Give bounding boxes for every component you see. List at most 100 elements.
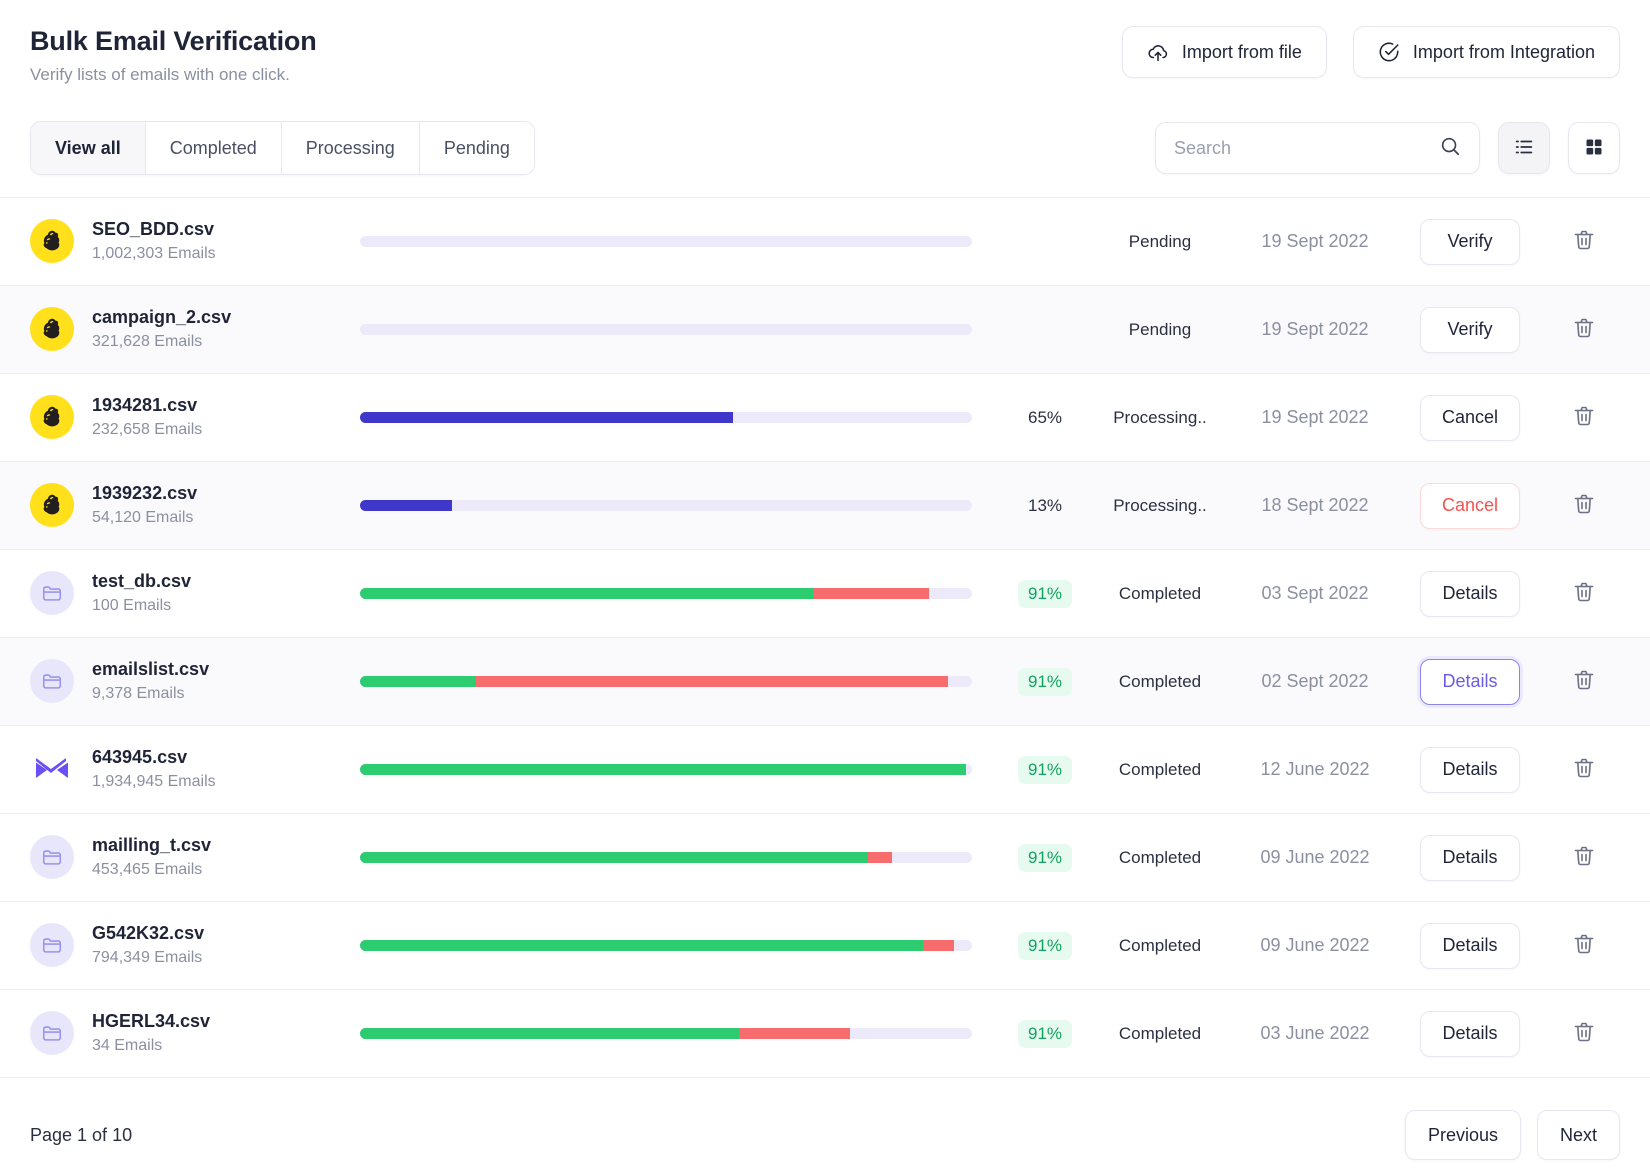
page-info: Page 1 of 10 [30, 1125, 132, 1146]
progress-cell [360, 324, 1000, 335]
action-cell: Details [1400, 659, 1540, 705]
table-row[interactable]: test_db.csv100 Emails91%Completed03 Sept… [0, 550, 1650, 638]
table-row[interactable]: 643945.csv1,934,945 Emails91%Completed12… [0, 726, 1650, 814]
delete-row-button[interactable] [1568, 840, 1600, 875]
date-cell: 03 Sept 2022 [1230, 583, 1400, 604]
file-name: 1939232.csv [92, 482, 197, 505]
delete-row-button[interactable] [1568, 752, 1600, 787]
date-text: 03 June 2022 [1260, 1023, 1369, 1044]
progress-cell [360, 500, 1000, 511]
folder-icon [30, 923, 74, 967]
delete-row-button[interactable] [1568, 224, 1600, 259]
trash-icon [1572, 844, 1596, 871]
progress-valid-segment [360, 676, 476, 687]
progress-invalid-segment [923, 940, 954, 951]
tab-pending[interactable]: Pending [420, 122, 534, 174]
tab-view-all[interactable]: View all [31, 122, 146, 174]
delete-row-button[interactable] [1568, 664, 1600, 699]
percent-value: 65% [1028, 408, 1062, 428]
action-cell: Details [1400, 923, 1540, 969]
file-name: 643945.csv [92, 746, 216, 769]
row-action-button[interactable]: Details [1420, 1011, 1520, 1057]
file-cell: HGERL34.csv34 Emails [30, 1010, 360, 1056]
import-from-file-button[interactable]: Import from file [1122, 26, 1327, 78]
row-action-button[interactable]: Details [1420, 747, 1520, 793]
table-row[interactable]: G542K32.csv794,349 Emails91%Completed09 … [0, 902, 1650, 990]
row-action-button[interactable]: Cancel [1420, 395, 1520, 441]
progress-bar [360, 1028, 972, 1039]
progress-bar [360, 236, 972, 247]
file-name: test_db.csv [92, 570, 191, 593]
file-name: mailling_t.csv [92, 834, 211, 857]
percent-cell: 91% [1000, 580, 1090, 608]
status-cell: Pending [1090, 232, 1230, 252]
file-meta: HGERL34.csv34 Emails [92, 1010, 210, 1056]
trash-icon [1572, 492, 1596, 519]
percent-badge: 91% [1018, 932, 1072, 960]
file-name: campaign_2.csv [92, 306, 231, 329]
action-cell: Verify [1400, 219, 1540, 265]
import-from-integration-label: Import from Integration [1413, 42, 1595, 63]
file-name: 1934281.csv [92, 394, 202, 417]
delete-cell [1540, 224, 1600, 259]
table-row[interactable]: 1939232.csv54,120 Emails13%Processing..1… [0, 462, 1650, 550]
status-cell: Completed [1090, 1024, 1230, 1044]
table-row[interactable]: emailslist.csv9,378 Emails91%Completed02… [0, 638, 1650, 726]
status-cell: Completed [1090, 848, 1230, 868]
file-cell: emailslist.csv9,378 Emails [30, 658, 360, 704]
progress-bar [360, 412, 972, 423]
row-action-button[interactable]: Details [1420, 659, 1520, 705]
file-name: SEO_BDD.csv [92, 218, 216, 241]
percent-badge: 91% [1018, 580, 1072, 608]
status-cell: Pending [1090, 320, 1230, 340]
delete-row-button[interactable] [1568, 400, 1600, 435]
tab-completed[interactable]: Completed [146, 122, 282, 174]
list-view-button[interactable] [1498, 122, 1550, 174]
import-from-integration-button[interactable]: Import from Integration [1353, 26, 1620, 78]
row-action-button[interactable]: Details [1420, 835, 1520, 881]
previous-page-button[interactable]: Previous [1405, 1110, 1521, 1160]
table-row[interactable]: campaign_2.csv321,628 EmailsPending19 Se… [0, 286, 1650, 374]
search-input[interactable] [1174, 138, 1439, 159]
folder-icon [30, 835, 74, 879]
grid-view-button[interactable] [1568, 122, 1620, 174]
percent-value: 13% [1028, 496, 1062, 516]
trash-icon [1572, 228, 1596, 255]
mail-icon [30, 747, 74, 791]
table-row[interactable]: mailling_t.csv453,465 Emails91%Completed… [0, 814, 1650, 902]
import-from-file-label: Import from file [1182, 42, 1302, 63]
delete-row-button[interactable] [1568, 488, 1600, 523]
search-icon [1439, 135, 1461, 162]
next-page-button[interactable]: Next [1537, 1110, 1620, 1160]
search-box[interactable] [1155, 122, 1480, 174]
tab-processing[interactable]: Processing [282, 122, 420, 174]
date-cell: 02 Sept 2022 [1230, 671, 1400, 692]
delete-row-button[interactable] [1568, 576, 1600, 611]
table-row[interactable]: 1934281.csv232,658 Emails65%Processing..… [0, 374, 1650, 462]
table-row[interactable]: HGERL34.csv34 Emails91%Completed03 June … [0, 990, 1650, 1078]
page-header: Bulk Email Verification Verify lists of … [0, 0, 1650, 85]
file-cell: mailling_t.csv453,465 Emails [30, 834, 360, 880]
row-action-button[interactable]: Cancel [1420, 483, 1520, 529]
delete-cell [1540, 488, 1600, 523]
progress-processing-segment [360, 500, 452, 511]
percent-cell: 91% [1000, 668, 1090, 696]
file-name: emailslist.csv [92, 658, 209, 681]
delete-row-button[interactable] [1568, 1016, 1600, 1051]
delete-row-button[interactable] [1568, 928, 1600, 963]
delete-row-button[interactable] [1568, 312, 1600, 347]
status-text: Completed [1119, 848, 1201, 868]
row-action-button[interactable]: Details [1420, 923, 1520, 969]
table-row[interactable]: SEO_BDD.csv1,002,303 EmailsPending19 Sep… [0, 198, 1650, 286]
percent-badge: 91% [1018, 668, 1072, 696]
date-cell: 12 June 2022 [1230, 759, 1400, 780]
progress-valid-segment [360, 1028, 739, 1039]
progress-cell [360, 852, 1000, 863]
row-action-button[interactable]: Details [1420, 571, 1520, 617]
date-text: 19 Sept 2022 [1261, 231, 1368, 252]
row-action-button[interactable]: Verify [1420, 307, 1520, 353]
row-action-button[interactable]: Verify [1420, 219, 1520, 265]
file-cell: 1934281.csv232,658 Emails [30, 394, 360, 440]
delete-cell [1540, 664, 1600, 699]
page-subtitle: Verify lists of emails with one click. [30, 65, 317, 85]
